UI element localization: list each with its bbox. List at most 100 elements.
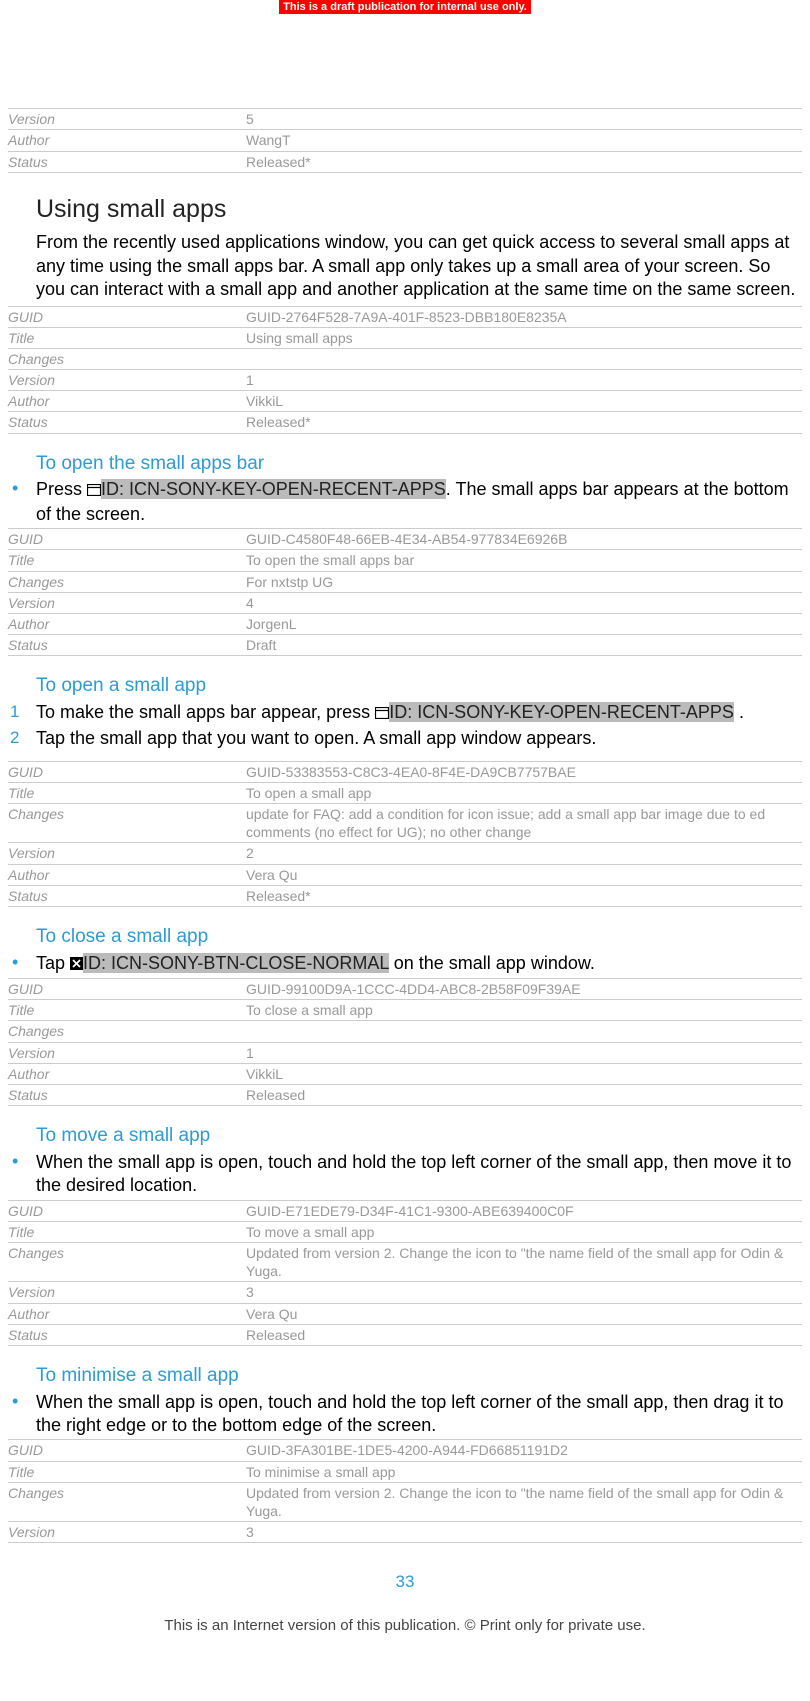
meta-value: 4 [246,592,802,613]
text: . [734,702,744,722]
meta-label: Author [8,1063,246,1084]
page-number: 33 [8,1571,802,1593]
meta-value: GUID-E71EDE79-D34F-41C1-9300-ABE639400C0… [246,1200,802,1221]
meta-value: GUID-C4580F48-66EB-4E34-AB54-977834E6926… [246,529,802,550]
meta-value: Released* [246,151,802,172]
meta-label: GUID [8,1440,246,1461]
text: Tap [36,953,70,973]
meta-value: Released* [246,412,802,433]
meta-label: Version [8,109,246,130]
meta-value: GUID-53383553-C8C3-4EA0-8F4E-DA9CB7757BA… [246,761,802,782]
meta-value: To minimise a small app [246,1461,802,1482]
meta-label: Author [8,1303,246,1324]
text: When the small app is open, touch and ho… [36,1152,791,1195]
step-number: 1 [10,701,19,723]
section-body: From the recently used applications wind… [36,231,802,301]
subsection-title-open-app: To open a small app [36,674,802,699]
subsection-title-move-app: To move a small app [36,1124,802,1149]
recent-apps-icon [87,479,101,502]
text: on the small app window. [389,953,595,973]
meta-label: Title [8,327,246,348]
meta-value: Vera Qu [246,864,802,885]
meta-label: Status [8,412,246,433]
meta-value: GUID-99100D9A-1CCC-4DD4-ABC8-2B58F09F39A… [246,979,802,1000]
meta-value: For nxtstp UG [246,571,802,592]
footer-note: This is an Internet version of this publ… [8,1616,802,1646]
meta-value [246,348,802,369]
meta-label: Title [8,782,246,803]
instruction-bullet: When the small app is open, touch and ho… [8,1151,802,1198]
meta-value: To move a small app [246,1221,802,1242]
meta-label: GUID [8,529,246,550]
meta-label: Title [8,1000,246,1021]
meta-value: 3 [246,1282,802,1303]
meta-value: 1 [246,1042,802,1063]
section-title-using-small-apps: Using small apps [36,193,802,226]
meta-table: GUIDGUID-E71EDE79-D34F-41C1-9300-ABE6394… [8,1200,802,1346]
meta-label: Author [8,391,246,412]
meta-value: Vera Qu [246,1303,802,1324]
meta-table: GUIDGUID-2764F528-7A9A-401F-8523-DBB180E… [8,306,802,434]
meta-value: 2 [246,843,802,864]
subsection-title-close-app: To close a small app [36,925,802,950]
text: When the small app is open, touch and ho… [36,1392,783,1435]
meta-label: Status [8,151,246,172]
meta-value: update for FAQ: add a condition for icon… [246,804,802,843]
subsection-title-minimise-app: To minimise a small app [36,1364,802,1389]
meta-value: VikkiL [246,1063,802,1084]
meta-label: Changes [8,571,246,592]
meta-label: Status [8,885,246,906]
meta-table: GUIDGUID-99100D9A-1CCC-4DD4-ABC8-2B58F09… [8,978,802,1106]
meta-value: Using small apps [246,327,802,348]
meta-value: Released* [246,885,802,906]
meta-table: GUIDGUID-53383553-C8C3-4EA0-8F4E-DA9CB77… [8,761,802,907]
text: Tap the small app that you want to open.… [36,728,596,748]
meta-table: GUIDGUID-3FA301BE-1DE5-4200-A944-FD66851… [8,1439,802,1543]
step-number: 2 [10,727,19,749]
meta-label: Author [8,613,246,634]
meta-value: 1 [246,370,802,391]
instruction-bullet: When the small app is open, touch and ho… [8,1391,802,1438]
text: Press [36,479,87,499]
page-content: Version5 AuthorWangT StatusReleased* Usi… [0,14,810,1645]
meta-value: Released [246,1085,802,1106]
meta-value: Released [246,1324,802,1345]
meta-label: GUID [8,1200,246,1221]
meta-value: To open the small apps bar [246,550,802,571]
meta-label: Status [8,635,246,656]
meta-label: Author [8,130,246,151]
meta-label: Changes [8,1243,246,1282]
meta-label: Changes [8,804,246,843]
draft-banner: This is a draft publication for internal… [279,0,531,14]
meta-table: GUIDGUID-C4580F48-66EB-4E34-AB54-977834E… [8,528,802,656]
meta-value: 3 [246,1522,802,1543]
meta-label: GUID [8,761,246,782]
icon-id-label: ID: ICN-SONY-BTN-CLOSE-NORMAL [83,953,389,973]
meta-label: GUID [8,306,246,327]
subsection-title-open-bar: To open the small apps bar [36,452,802,477]
meta-value: To close a small app [246,1000,802,1021]
meta-value: Draft [246,635,802,656]
meta-label: Status [8,1324,246,1345]
meta-label: Changes [8,348,246,369]
meta-value: GUID-3FA301BE-1DE5-4200-A944-FD66851191D… [246,1440,802,1461]
meta-value [246,1021,802,1042]
meta-label: Author [8,864,246,885]
meta-value: JorgenL [246,613,802,634]
meta-label: Version [8,1522,246,1543]
meta-label: Version [8,1282,246,1303]
meta-label: Changes [8,1021,246,1042]
meta-value: To open a small app [246,782,802,803]
instruction-bullet: Tap ID: ICN-SONY-BTN-CLOSE-NORMAL on the… [8,952,802,976]
meta-value: Updated from version 2. Change the icon … [246,1243,802,1282]
meta-value: 5 [246,109,802,130]
text: To make the small apps bar appear, press [36,702,375,722]
meta-label: Title [8,1461,246,1482]
meta-label: Version [8,370,246,391]
meta-label: Status [8,1085,246,1106]
meta-label: Changes [8,1482,246,1521]
recent-apps-icon [375,702,389,725]
meta-label: Title [8,550,246,571]
icon-id-label: ID: ICN-SONY-KEY-OPEN-RECENT-APPS [101,479,446,499]
icon-id-label: ID: ICN-SONY-KEY-OPEN-RECENT-APPS [389,702,734,722]
